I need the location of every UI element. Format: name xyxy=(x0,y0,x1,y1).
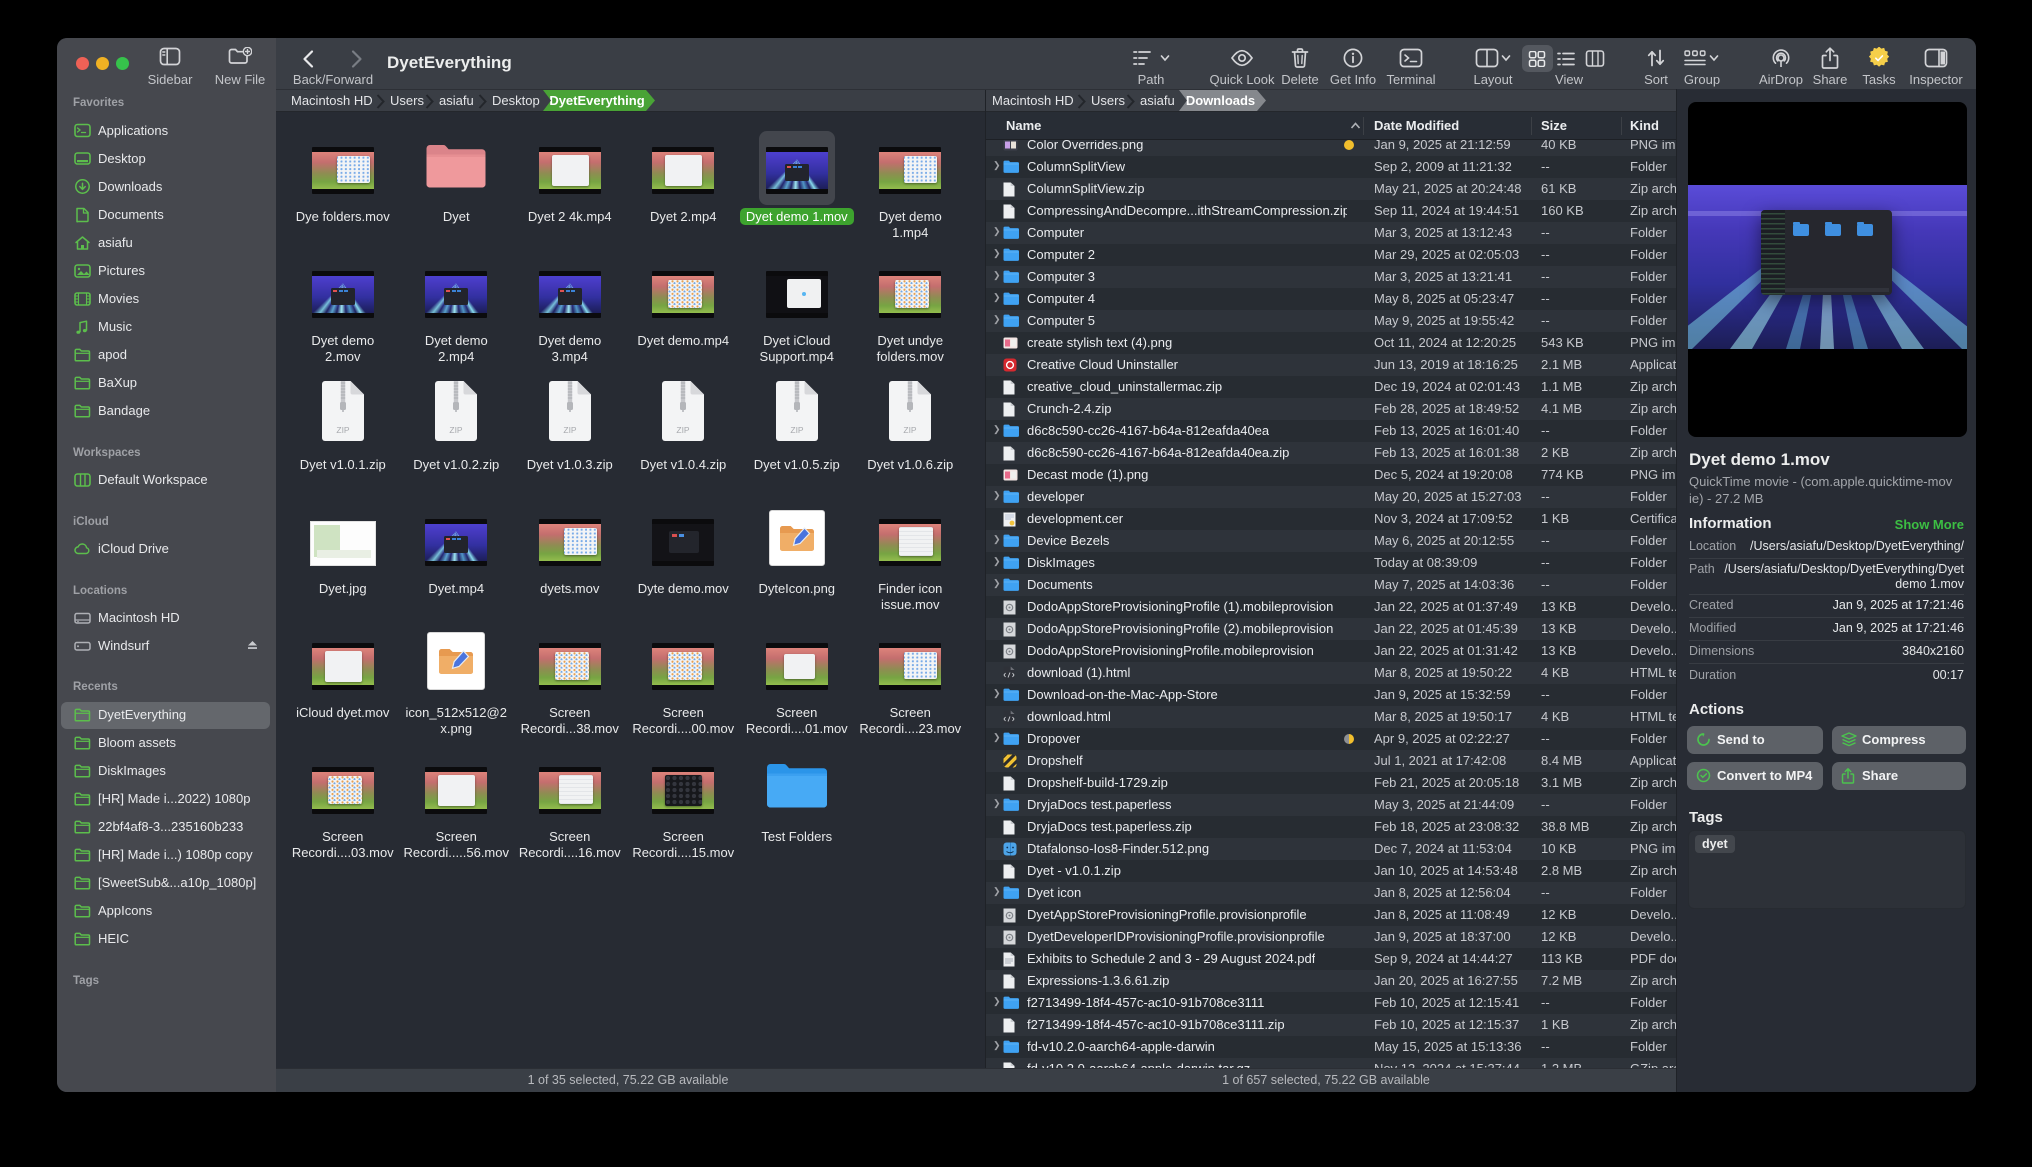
svg-text:ZIP: ZIP xyxy=(563,425,577,435)
svg-text:ZIP: ZIP xyxy=(677,425,691,435)
svg-text:ZIP: ZIP xyxy=(450,425,464,435)
svg-text:ZIP: ZIP xyxy=(790,425,804,435)
svg-text:ZIP: ZIP xyxy=(336,425,350,435)
svg-text:ZIP: ZIP xyxy=(904,425,918,435)
